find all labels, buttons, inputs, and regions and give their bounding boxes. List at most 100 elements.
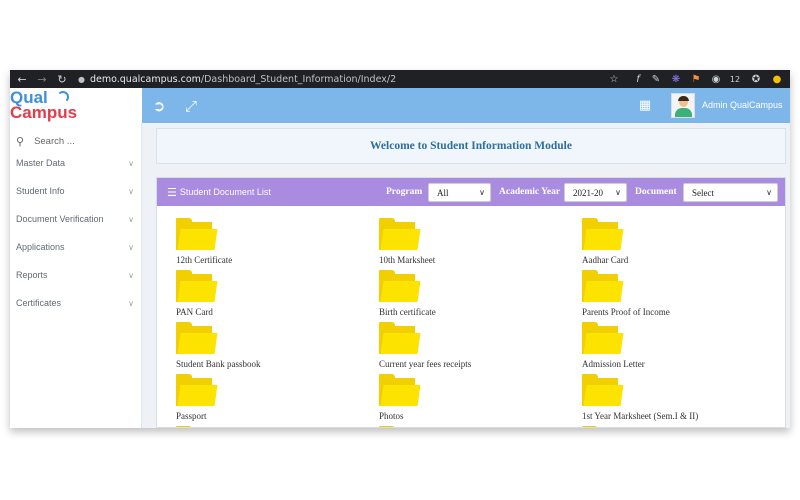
gear-extension-icon[interactable]: ❋ [670, 70, 682, 88]
welcome-banner: Welcome to Student Information Module [156, 128, 786, 164]
document-folder-partial[interactable] [176, 426, 356, 427]
document-folder[interactable]: Admission Letter [582, 322, 762, 372]
lock-icon: ● [78, 74, 85, 84]
sidebar-item-certificates[interactable]: Certificates ∨ [16, 294, 134, 312]
academic-year-select[interactable]: 2021-20 ∨ [564, 183, 627, 202]
forward-arrow-icon[interactable]: → [34, 71, 50, 87]
document-select[interactable]: Select ∨ [683, 183, 778, 202]
back-arrow-icon[interactable]: ← [14, 71, 30, 87]
star-icon[interactable]: ☆ [608, 70, 620, 88]
panel-title: ☰ Student Document List [167, 178, 271, 206]
sidebar-search[interactable]: ⚲ Search ... [16, 131, 136, 151]
panel-title-text: Student Document List [179, 187, 271, 197]
folder-icon [582, 270, 624, 304]
sidebar-item-label: Student Info [16, 186, 65, 196]
back-circle-icon[interactable]: ➲ [150, 88, 168, 123]
sidebar-item-label: Master Data [16, 158, 66, 168]
chevron-down-icon: ∨ [128, 242, 134, 252]
badge-extension-icon[interactable]: 12 [728, 70, 742, 88]
search-input[interactable]: Search ... [34, 136, 75, 147]
document-folder-partial[interactable] [379, 426, 559, 427]
avatar-body [675, 108, 692, 117]
document-name: 1st Year Marksheet (Sem.I & II) [582, 411, 699, 421]
profile-extension-icon[interactable]: ● [770, 70, 784, 88]
program-select-value: All [437, 187, 449, 198]
circle-extension-icon[interactable]: ◉ [710, 70, 722, 88]
document-name: Birth certificate [379, 307, 436, 317]
document-folder[interactable]: 10th Marksheet [379, 218, 559, 268]
folder-icon [582, 218, 624, 252]
document-name: 10th Marksheet [379, 255, 436, 265]
document-name: Photos [379, 411, 404, 421]
folder-icon [176, 374, 218, 408]
document-folder[interactable]: 1st Year Marksheet (Sem.I & II) [582, 374, 762, 424]
document-folder[interactable]: PAN Card [176, 270, 356, 320]
document-name: Student Bank passbook [176, 359, 261, 369]
fullscreen-icon[interactable]: ⤢ [182, 88, 200, 123]
document-name: Parents Proof of Income [582, 307, 670, 317]
folder-icon [379, 218, 421, 252]
document-folder-partial[interactable] [582, 426, 762, 427]
sidebar-item-label: Document Verification [16, 214, 104, 224]
program-label: Program [386, 187, 423, 197]
folder-icon [582, 374, 624, 408]
academic-year-select-value: 2021-20 [573, 187, 603, 198]
pen-extension-icon[interactable]: ✎ [650, 70, 662, 88]
sidebar-item-applications[interactable]: Applications ∨ [16, 238, 134, 256]
sidebar-item-label: Certificates [16, 298, 62, 308]
sidebar: ⚲ Search ... Master Data ∨ Student Info … [10, 123, 142, 428]
list-icon: ☰ [167, 185, 177, 199]
folder-icon [176, 426, 216, 427]
document-label: Document [635, 187, 677, 197]
chevron-down-icon: ∨ [766, 188, 772, 197]
document-folder[interactable]: 12th Certificate [176, 218, 356, 268]
folder-icon [379, 322, 421, 356]
academic-year-label: Academic Year [499, 187, 561, 197]
document-name: 12th Certificate [176, 255, 233, 265]
document-select-value: Select [692, 187, 714, 198]
font-extension-icon[interactable]: f [632, 70, 644, 88]
avatar-hair [678, 96, 689, 101]
folder-icon [176, 218, 218, 252]
folder-icon [379, 374, 421, 408]
document-name: Passport [176, 411, 207, 421]
sidebar-item-reports[interactable]: Reports ∨ [16, 266, 134, 284]
reload-icon[interactable]: ↻ [54, 71, 70, 87]
document-folder[interactable]: Student Bank passbook [176, 322, 356, 372]
sidebar-item-document-verification[interactable]: Document Verification ∨ [16, 210, 134, 228]
sidebar-item-label: Applications [16, 242, 65, 252]
user-name[interactable]: Admin QualCampus [702, 88, 783, 123]
folder-icon [379, 270, 421, 304]
flag-extension-icon[interactable]: ⚑ [690, 70, 702, 88]
badge-count: 12 [729, 74, 741, 84]
chevron-down-icon: ∨ [128, 186, 134, 196]
chevron-down-icon: ∨ [128, 158, 134, 168]
program-select[interactable]: All ∨ [428, 183, 491, 202]
logo-signal-icon [57, 91, 69, 103]
chevron-down-icon: ∨ [615, 188, 621, 197]
address-bar[interactable]: ● demo.qualcampus.com/Dashboard_Student_… [78, 74, 396, 85]
folder-icon [582, 426, 622, 427]
folder-icon [176, 322, 218, 356]
logo[interactable]: Qual Campus [10, 88, 142, 123]
document-folder[interactable]: Parents Proof of Income [582, 270, 762, 320]
app-window: ← → ↻ ● demo.qualcampus.com/Dashboard_St… [10, 70, 790, 428]
puzzle-extension-icon[interactable]: ✪ [750, 70, 762, 88]
logo-line2: Campus [10, 103, 78, 122]
document-folder[interactable]: Passport [176, 374, 356, 424]
chevron-down-icon: ∨ [128, 298, 134, 308]
avatar[interactable] [671, 93, 695, 118]
document-folder[interactable]: Aadhar Card [582, 218, 762, 268]
chevron-down-icon: ∨ [128, 270, 134, 280]
sidebar-item-student-info[interactable]: Student Info ∨ [16, 182, 134, 200]
search-icon: ⚲ [16, 134, 25, 148]
welcome-text: Welcome to Student Information Module [370, 140, 572, 152]
apps-grid-icon[interactable]: ▦ [636, 88, 654, 123]
document-name: Aadhar Card [582, 255, 629, 265]
document-folder[interactable]: Current year fees receipts [379, 322, 559, 372]
url-path: /Dashboard_Student_Information/Index/2 [200, 73, 397, 85]
document-folder[interactable]: Birth certificate [379, 270, 559, 320]
document-folder[interactable]: Photos [379, 374, 559, 424]
sidebar-item-master-data[interactable]: Master Data ∨ [16, 154, 134, 172]
folder-icon [582, 322, 624, 356]
